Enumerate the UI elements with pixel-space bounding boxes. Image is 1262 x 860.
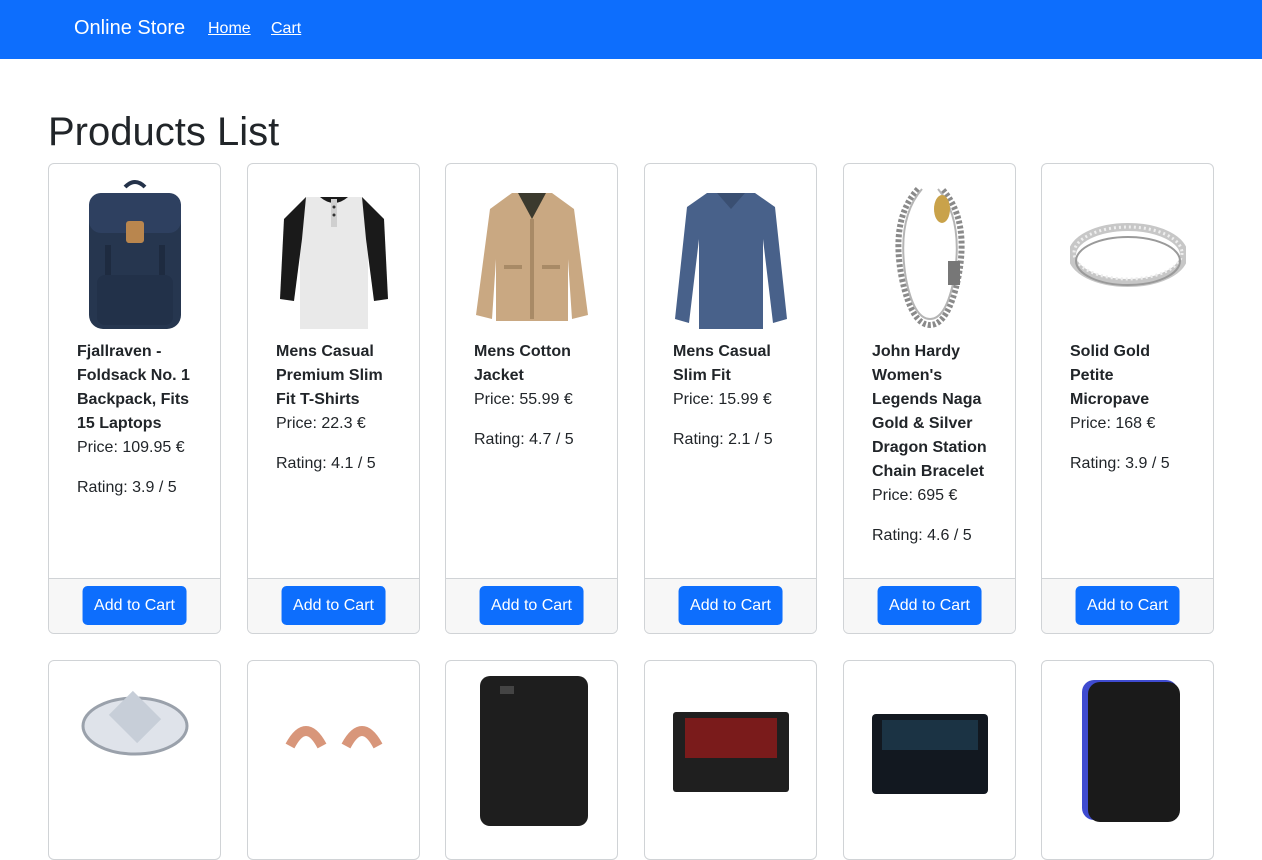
card-body: Fjallraven - Foldsack No. 1 Backpack, Fi… — [77, 340, 202, 500]
add-to-cart-button[interactable]: Add to Cart — [678, 586, 783, 625]
nav-cart-link[interactable]: Cart — [271, 20, 301, 38]
product-price: Price: 22.3 € — [276, 415, 366, 432]
card-body: John Hardy Women's Legends Naga Gold & S… — [872, 340, 997, 548]
card-footer: Add to Cart — [645, 578, 816, 633]
card-body: Solid Gold Petite Micropave Price: 168 €… — [1070, 340, 1195, 476]
card-footer: Add to Cart — [49, 578, 220, 633]
nav-home-link[interactable]: Home — [208, 20, 251, 38]
product-rating: Rating: 2.1 / 5 — [673, 431, 773, 448]
product-rating: Rating: 4.7 / 5 — [474, 431, 574, 448]
card-footer: Add to Cart — [248, 578, 419, 633]
product-card: Mens Casual Slim Fit Price: 15.99 € Rati… — [644, 163, 817, 634]
product-price: Price: 55.99 € — [474, 391, 573, 408]
ssd-dark-image — [872, 714, 988, 794]
product-rating: Rating: 3.9 / 5 — [1070, 455, 1170, 472]
add-to-cart-button[interactable]: Add to Cart — [479, 586, 584, 625]
product-card: Mens Casual Premium Slim Fit T-Shirts Pr… — [247, 163, 420, 634]
product-card: John Hardy Women's Legends Naga Gold & S… — [843, 163, 1016, 634]
tshirt-image — [280, 197, 388, 329]
product-card — [1041, 660, 1214, 860]
bracelet-image — [895, 186, 965, 329]
add-to-cart-button[interactable]: Add to Cart — [82, 586, 187, 625]
portable-drive-image — [1082, 680, 1180, 822]
product-title: Mens Cotton Jacket — [474, 343, 571, 384]
longsleeve-image — [675, 193, 787, 329]
product-rating: Rating: 4.1 / 5 — [276, 455, 376, 472]
brand[interactable]: Online Store — [74, 17, 185, 40]
product-title: Mens Casual Slim Fit — [673, 343, 771, 384]
product-rating: Rating: 3.9 / 5 — [77, 479, 177, 496]
ssd-image — [673, 712, 789, 792]
product-title: John Hardy Women's Legends Naga Gold & S… — [872, 343, 987, 480]
ring-image — [1070, 223, 1186, 287]
add-to-cart-button[interactable]: Add to Cart — [877, 586, 982, 625]
card-footer: Add to Cart — [844, 578, 1015, 633]
product-card — [843, 660, 1016, 860]
diamond-ring-image — [81, 690, 189, 756]
product-rating: Rating: 4.6 / 5 — [872, 527, 972, 544]
product-card — [644, 660, 817, 860]
rose-gold-earrings-image — [285, 726, 383, 749]
product-card — [48, 660, 221, 860]
product-card: Fjallraven - Foldsack No. 1 Backpack, Fi… — [48, 163, 221, 634]
card-footer: Add to Cart — [446, 578, 617, 633]
page-title: Products List — [48, 110, 280, 154]
backpack-image — [89, 180, 181, 329]
card-body: Mens Cotton Jacket Price: 55.99 € Rating… — [474, 340, 599, 452]
add-to-cart-button[interactable]: Add to Cart — [281, 586, 386, 625]
product-price: Price: 109.95 € — [77, 439, 185, 456]
external-hard-drive-image — [480, 676, 588, 826]
product-price: Price: 695 € — [872, 487, 958, 504]
product-card: Mens Cotton Jacket Price: 55.99 € Rating… — [445, 163, 618, 634]
product-card — [247, 660, 420, 860]
product-title: Fjallraven - Foldsack No. 1 Backpack, Fi… — [77, 343, 190, 432]
product-title: Mens Casual Premium Slim Fit T-Shirts — [276, 343, 383, 408]
card-body: Mens Casual Slim Fit Price: 15.99 € Rati… — [673, 340, 798, 452]
card-body: Mens Casual Premium Slim Fit T-Shirts Pr… — [276, 340, 401, 476]
navbar: Online Store Home Cart — [0, 0, 1262, 59]
product-price: Price: 15.99 € — [673, 391, 772, 408]
jacket-image — [476, 193, 588, 321]
add-to-cart-button[interactable]: Add to Cart — [1075, 586, 1180, 625]
product-price: Price: 168 € — [1070, 415, 1156, 432]
product-card — [445, 660, 618, 860]
card-footer: Add to Cart — [1042, 578, 1213, 633]
product-title: Solid Gold Petite Micropave — [1070, 343, 1150, 408]
product-card: Solid Gold Petite Micropave Price: 168 €… — [1041, 163, 1214, 634]
